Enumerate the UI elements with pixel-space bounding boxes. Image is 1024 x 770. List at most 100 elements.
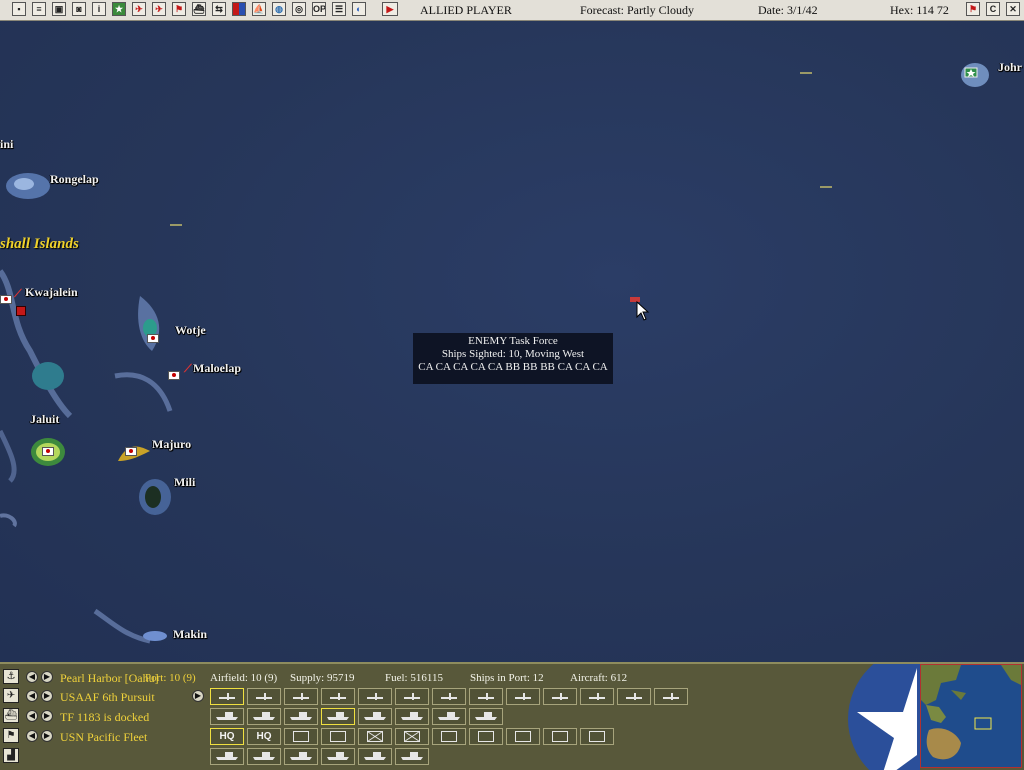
close-icon[interactable]: ✕ — [1006, 2, 1020, 16]
location-kwajalein[interactable]: Kwajalein — [25, 285, 78, 300]
fleet-icon[interactable]: ⛵ — [252, 2, 266, 16]
location-majuro[interactable]: Majuro — [152, 437, 191, 452]
command-name[interactable]: USN Pacific Fleet — [60, 730, 147, 745]
location-bikini[interactable]: ini — [0, 137, 13, 152]
air-group-name[interactable]: USAAF 6th Pursuit — [60, 690, 155, 705]
globe-icon[interactable]: ◍ — [272, 2, 286, 16]
ship-type-button[interactable] — [210, 708, 244, 725]
base-report-icon[interactable]: ▣ — [52, 2, 66, 16]
end-turn-icon[interactable]: ▶ — [382, 2, 398, 16]
target-icon[interactable]: ◎ — [292, 2, 306, 16]
task-force-icon[interactable]: ⛴ — [3, 708, 19, 723]
aircraft-type-button[interactable] — [395, 688, 429, 705]
report-icon[interactable]: ≡ — [32, 2, 46, 16]
prev-command-arrow-icon[interactable]: ◀ — [26, 730, 38, 742]
strategic-map[interactable]: shall Islands ini Rongelap ⟋ Kwajalein W… — [0, 21, 1024, 662]
task-force-marker[interactable] — [800, 72, 812, 74]
camera-icon[interactable]: ◐ — [352, 2, 366, 16]
unit-type-button[interactable] — [432, 728, 466, 745]
ship-type-button[interactable] — [432, 708, 466, 725]
unit-marker-icon[interactable] — [16, 306, 26, 316]
base-name[interactable]: Pearl Harbor [Oahu] — [60, 671, 159, 686]
ship-class-button[interactable] — [358, 748, 392, 765]
aircraft-type-button[interactable] — [506, 688, 540, 705]
next-task-force-arrow-icon[interactable]: ▶ — [41, 710, 53, 722]
japanese-base-flag[interactable] — [147, 334, 159, 343]
ship-type-button[interactable] — [284, 708, 318, 725]
unit-type-button[interactable] — [469, 728, 503, 745]
tooltip-title: ENEMY Task Force — [468, 335, 558, 347]
next-command-arrow-icon[interactable]: ▶ — [41, 730, 53, 742]
ship-icon[interactable]: ⛴ — [192, 2, 206, 16]
japanese-base-flag[interactable] — [42, 447, 54, 456]
ship-type-button[interactable] — [321, 708, 355, 725]
task-force-status[interactable]: TF 1183 is docked — [60, 710, 149, 725]
prev-air-group-arrow-icon[interactable]: ◀ — [26, 690, 38, 702]
unit-type-button[interactable] — [580, 728, 614, 745]
aircraft-type-button[interactable] — [284, 688, 318, 705]
convoy-icon[interactable]: ⇆ — [212, 2, 226, 16]
save-icon[interactable]: ▪ — [12, 2, 26, 16]
command-flag-icon[interactable]: ⚑ — [3, 728, 19, 743]
star-icon[interactable]: ★ — [112, 2, 126, 16]
mini-map[interactable] — [920, 664, 1022, 768]
location-maloelap[interactable]: Maloelap — [193, 361, 241, 376]
aircraft-type-button[interactable] — [469, 688, 503, 705]
c-icon[interactable]: C — [986, 2, 1000, 16]
ship-type-button[interactable] — [358, 708, 392, 725]
ground-unit-icon[interactable]: ▟ — [3, 748, 19, 763]
next-air-group-arrow-icon[interactable]: ▶ — [41, 690, 53, 702]
flag-icon[interactable]: ⚑ — [172, 2, 186, 16]
ship-type-button[interactable] — [247, 708, 281, 725]
japanese-base-flag[interactable] — [168, 371, 180, 380]
location-wotje[interactable]: Wotje — [175, 323, 206, 338]
aircraft-type-button[interactable] — [210, 688, 244, 705]
aircraft-type-button[interactable] — [432, 688, 466, 705]
location-makin[interactable]: Makin — [173, 627, 207, 642]
anchor-icon[interactable]: ⚓ — [3, 669, 19, 684]
unit-type-button[interactable] — [321, 728, 355, 745]
hq-button[interactable]: HQ — [210, 728, 244, 745]
aircraft-type-button[interactable] — [247, 688, 281, 705]
unit-type-button[interactable] — [358, 728, 392, 745]
unit-type-button[interactable] — [284, 728, 318, 745]
task-force-marker[interactable] — [820, 186, 832, 188]
ship-report-icon[interactable]: ◙ — [72, 2, 86, 16]
air-group-icon[interactable]: ✈ — [3, 688, 19, 703]
info-icon[interactable]: i — [92, 2, 106, 16]
list-icon[interactable]: ☰ — [332, 2, 346, 16]
color-grid-icon[interactable]: ▦ — [232, 2, 246, 16]
unit-type-button[interactable] — [543, 728, 577, 745]
aircraft-type-button[interactable] — [617, 688, 651, 705]
ship-class-button[interactable] — [247, 748, 281, 765]
ship-class-button[interactable] — [210, 748, 244, 765]
flag-toggle-icon[interactable]: ⚑ — [966, 2, 980, 16]
aircraft-type-button[interactable] — [358, 688, 392, 705]
location-jaluit[interactable]: Jaluit — [30, 412, 59, 427]
aircraft-type-button[interactable] — [321, 688, 355, 705]
prev-task-force-arrow-icon[interactable]: ◀ — [26, 710, 38, 722]
hq-button[interactable]: HQ — [247, 728, 281, 745]
ship-type-button[interactable] — [469, 708, 503, 725]
unit-type-button[interactable] — [395, 728, 429, 745]
ship-class-button[interactable] — [321, 748, 355, 765]
plane-red-icon[interactable]: ✈ — [132, 2, 146, 16]
prev-base-arrow-icon[interactable]: ◀ — [26, 671, 38, 683]
aircraft-type-button[interactable] — [543, 688, 577, 705]
aircraft-type-button[interactable] — [654, 688, 688, 705]
ship-class-button[interactable] — [395, 748, 429, 765]
aircraft-type-button[interactable] — [580, 688, 614, 705]
op-icon[interactable]: OP — [312, 2, 326, 16]
japanese-base-flag[interactable] — [125, 447, 137, 456]
unit-type-button[interactable] — [506, 728, 540, 745]
ship-class-button[interactable] — [284, 748, 318, 765]
plane-blue-icon[interactable]: ✈ — [152, 2, 166, 16]
task-force-marker[interactable] — [170, 224, 182, 226]
next-base-arrow-icon[interactable]: ▶ — [41, 671, 53, 683]
ship-type-button[interactable] — [395, 708, 429, 725]
location-mili[interactable]: Mili — [174, 475, 195, 490]
japanese-base-flag[interactable] — [0, 295, 12, 304]
air-group-select-arrow-icon[interactable]: ▶ — [192, 690, 204, 702]
location-johnston[interactable]: Johr — [998, 60, 1022, 75]
location-rongelap[interactable]: Rongelap — [50, 172, 99, 187]
